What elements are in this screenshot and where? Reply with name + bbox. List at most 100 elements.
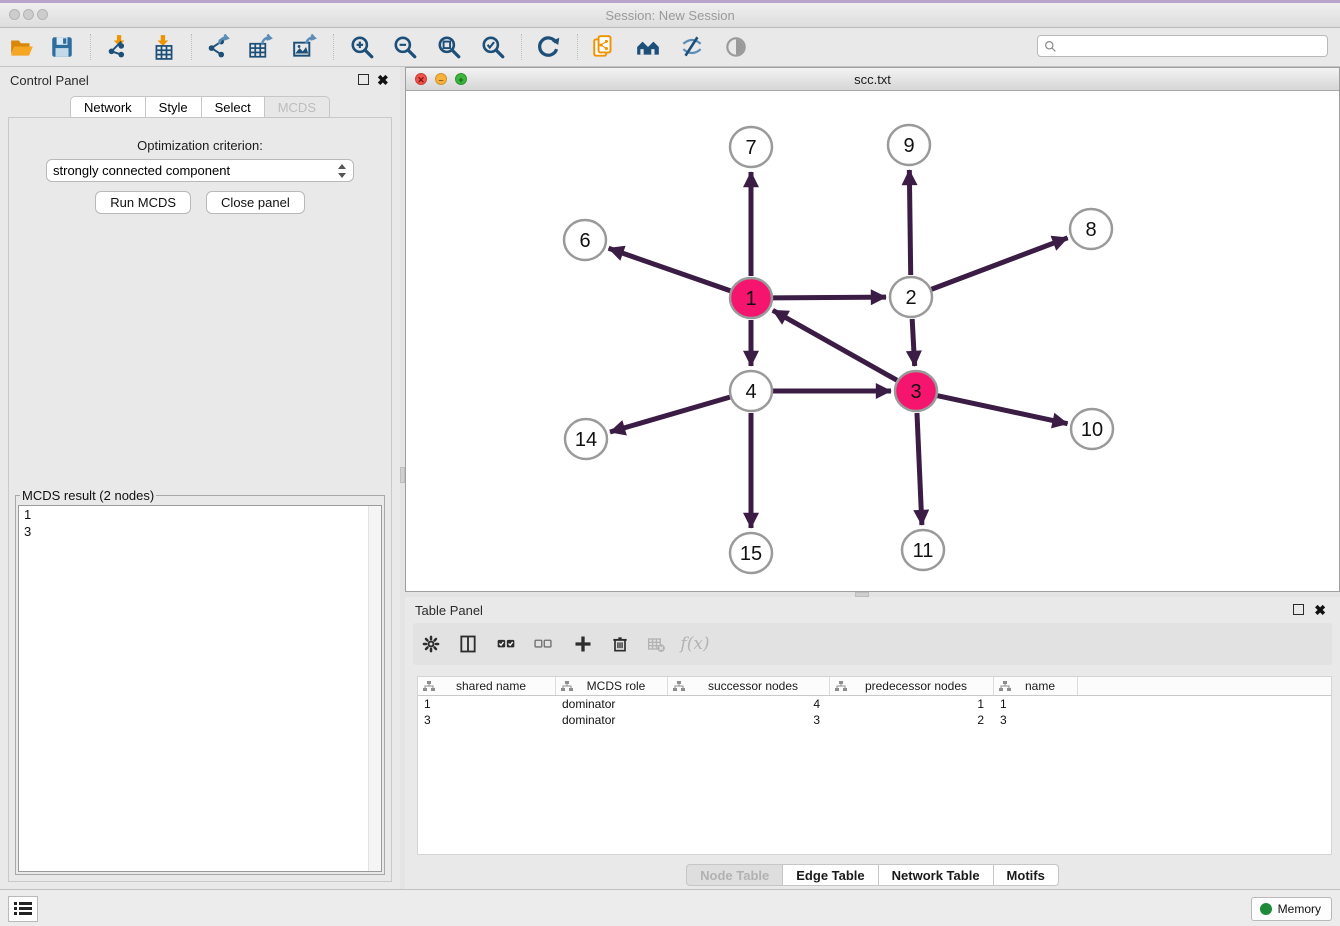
table-cell[interactable]: 3 <box>994 712 1078 728</box>
column-header-name[interactable]: name <box>994 677 1078 695</box>
edge-2-8[interactable] <box>932 238 1068 289</box>
column-layout-button[interactable] <box>453 631 483 657</box>
table-cell[interactable]: dominator <box>556 712 668 728</box>
first-neighbors-button[interactable] <box>630 32 666 62</box>
table-row[interactable]: 3dominator323 <box>418 712 1331 728</box>
column-header-MCDS-role[interactable]: MCDS role <box>556 677 668 695</box>
graph-node-14[interactable]: 14 <box>565 419 607 459</box>
open-session-button[interactable] <box>4 32 40 62</box>
edge-3-1[interactable] <box>773 310 897 380</box>
table-cell[interactable]: dominator <box>556 696 668 712</box>
float-panel-icon[interactable] <box>1293 604 1304 615</box>
save-session-button[interactable] <box>44 32 80 62</box>
add-column-button[interactable] <box>568 631 598 657</box>
show-graphics-button[interactable] <box>718 32 754 62</box>
zoom-fit-button[interactable] <box>431 32 467 62</box>
delete-table-icon <box>647 634 667 654</box>
graph-node-3[interactable]: 3 <box>895 371 937 411</box>
edge-3-10[interactable] <box>938 396 1068 424</box>
graph-node-2[interactable]: 2 <box>890 277 932 317</box>
table-cell[interactable]: 1 <box>994 696 1078 712</box>
graph-node-9[interactable]: 9 <box>888 125 930 165</box>
graph-node-11[interactable]: 11 <box>902 530 944 570</box>
tab-node-table[interactable]: Node Table <box>686 864 783 886</box>
float-panel-icon[interactable] <box>358 74 369 85</box>
search-box[interactable] <box>1037 35 1328 57</box>
graph-node-1[interactable]: 1 <box>730 278 772 318</box>
show-graphics-icon <box>723 34 749 60</box>
svg-text:11: 11 <box>913 540 934 562</box>
table-cell[interactable]: 1 <box>418 696 556 712</box>
run-mcds-button[interactable]: Run MCDS <box>95 191 191 214</box>
export-image-button[interactable] <box>287 32 323 62</box>
export-table-button[interactable] <box>243 32 279 62</box>
graph-node-4[interactable]: 4 <box>730 371 772 411</box>
table-cell[interactable]: 2 <box>830 712 994 728</box>
delete-column-button[interactable] <box>605 631 635 657</box>
import-network-button[interactable] <box>100 32 136 62</box>
edge-1-6[interactable] <box>609 248 731 290</box>
zoom-out-button[interactable] <box>387 32 423 62</box>
graph-node-6[interactable]: 6 <box>564 220 606 260</box>
clone-network-icon <box>591 34 617 60</box>
svg-text:8: 8 <box>1085 219 1096 241</box>
tab-mcds[interactable]: MCDS <box>265 96 330 118</box>
criterion-select[interactable]: strongly connected component <box>46 159 354 182</box>
control-panel-title: Control Panel <box>10 73 89 88</box>
zoom-fit-icon <box>436 34 462 60</box>
clone-network-button[interactable] <box>586 32 622 62</box>
memory-button[interactable]: Memory <box>1251 897 1332 921</box>
table-cell[interactable]: 3 <box>418 712 556 728</box>
refresh-layout-icon <box>536 34 562 60</box>
edge-1-2[interactable] <box>773 297 886 298</box>
tab-edge-table[interactable]: Edge Table <box>783 864 878 886</box>
edge-2-9[interactable] <box>909 170 910 275</box>
select-all-columns-button[interactable] <box>491 631 521 657</box>
svg-text:2: 2 <box>905 287 916 309</box>
table-settings-button[interactable] <box>416 631 446 657</box>
export-image-icon <box>292 34 318 60</box>
column-header-successor-nodes[interactable]: successor nodes <box>668 677 830 695</box>
search-input[interactable] <box>1062 39 1321 53</box>
hide-graphics-icon <box>679 34 705 60</box>
result-item[interactable]: 1 <box>19 506 381 523</box>
table-cell[interactable]: 3 <box>668 712 830 728</box>
node-table[interactable]: shared nameMCDS rolesuccessor nodesprede… <box>417 676 1332 855</box>
status-bar: Memory <box>0 889 1340 926</box>
network-canvas[interactable]: 7 9 6 8 1 2 4 3 14 10 15 11 <box>406 91 1339 591</box>
mcds-result-list[interactable]: 13 <box>18 505 382 872</box>
column-header-predecessor-nodes[interactable]: predecessor nodes <box>830 677 994 695</box>
import-table-button[interactable] <box>146 32 182 62</box>
result-scrollbar[interactable] <box>368 506 381 871</box>
table-cell[interactable]: 4 <box>668 696 830 712</box>
tab-motifs[interactable]: Motifs <box>994 864 1059 886</box>
close-panel-button[interactable]: Close panel <box>206 191 305 214</box>
close-panel-icon[interactable]: ✖ <box>377 74 389 86</box>
close-panel-icon[interactable]: ✖ <box>1314 604 1326 616</box>
graph-node-7[interactable]: 7 <box>730 127 772 167</box>
result-item[interactable]: 3 <box>19 523 381 540</box>
zoom-in-button[interactable] <box>344 32 380 62</box>
tab-select[interactable]: Select <box>202 96 265 118</box>
table-cell[interactable]: 1 <box>830 696 994 712</box>
memory-label: Memory <box>1278 902 1321 916</box>
control-panel: Control Panel ✖ NetworkStyleSelectMCDS O… <box>0 67 400 889</box>
export-network-button[interactable] <box>200 32 236 62</box>
tab-style[interactable]: Style <box>146 96 202 118</box>
graph-node-10[interactable]: 10 <box>1071 409 1113 449</box>
graph-node-15[interactable]: 15 <box>730 533 772 573</box>
task-history-button[interactable] <box>8 896 38 922</box>
save-session-icon <box>49 34 75 60</box>
column-header-shared-name[interactable]: shared name <box>418 677 556 695</box>
refresh-layout-button[interactable] <box>531 32 567 62</box>
tab-network[interactable]: Network <box>70 96 146 118</box>
graph-node-8[interactable]: 8 <box>1070 209 1112 249</box>
table-row[interactable]: 1dominator411 <box>418 696 1331 712</box>
edge-2-3[interactable] <box>912 319 915 366</box>
zoom-selected-button[interactable] <box>475 32 511 62</box>
tab-network-table[interactable]: Network Table <box>879 864 994 886</box>
hide-graphics-button[interactable] <box>674 32 710 62</box>
deselect-all-columns-button[interactable] <box>528 631 558 657</box>
edge-4-14[interactable] <box>610 397 730 432</box>
edge-3-11[interactable] <box>917 413 922 525</box>
